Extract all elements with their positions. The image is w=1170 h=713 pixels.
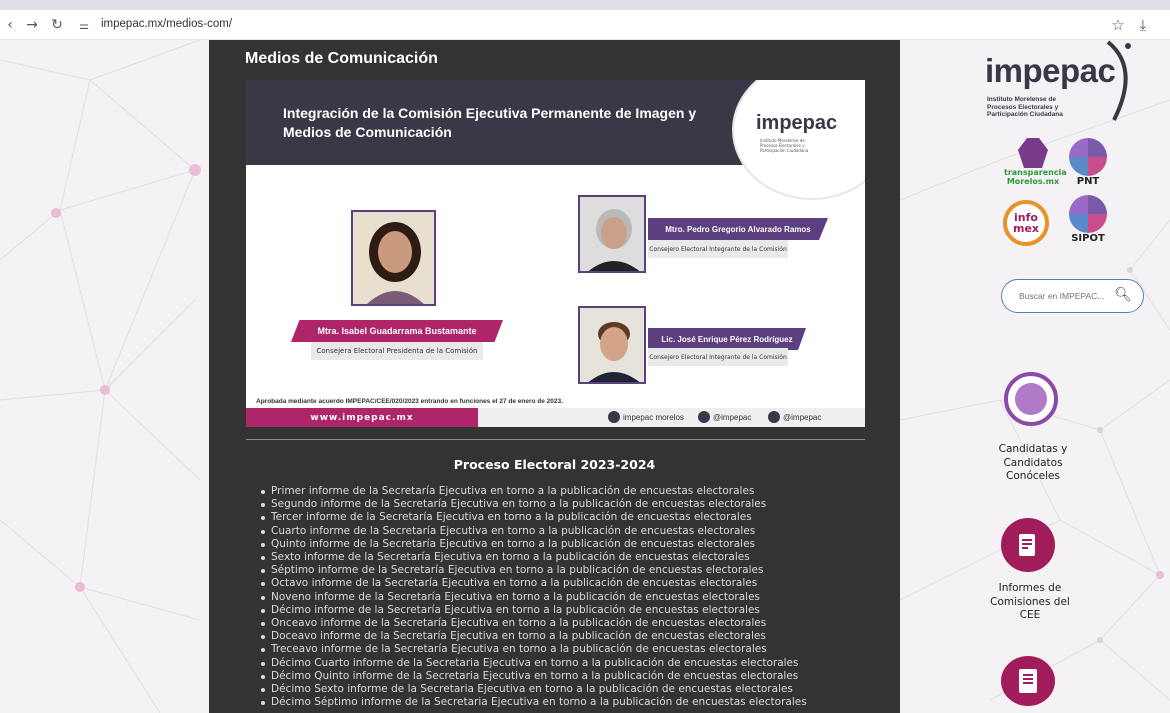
badge-transparencia-label: transparencia Morelos.mx (1004, 168, 1067, 186)
report-link[interactable]: Tercer informe de la Secretaría Ejecutiv… (261, 511, 807, 524)
banner-title: Integración de la Comisión Ejecutiva Per… (283, 105, 697, 140)
report-link[interactable]: Doceavo informe de la Secretaría Ejecuti… (261, 630, 807, 643)
report-edit-icon[interactable] (1001, 518, 1055, 572)
badge-infomex[interactable]: info mex (1003, 200, 1049, 246)
forward-arrow-icon[interactable]: → (22, 10, 42, 40)
badge-infomex-label: info mex (1012, 211, 1040, 235)
member-name-3: Lic. José Enrique Pérez Rodríguez (648, 328, 806, 350)
report-link[interactable]: Sexto informe de la Secretaría Ejecutiva… (261, 551, 807, 564)
report-link[interactable]: Primer informe de la Secretaría Ejecutiv… (261, 485, 807, 498)
link-candidates[interactable]: Candidatas y Candidatos Conóceles (988, 443, 1078, 484)
report-link[interactable]: Décimo Séptimo informe de la Secretaria … (261, 696, 807, 709)
page-title: Medios de Comunicación (245, 50, 438, 67)
member-photo-3 (578, 306, 646, 384)
report-link[interactable]: Cuarto informe de la Secretaría Ejecutiv… (261, 525, 807, 538)
search-icon[interactable]: 🔍︎ (1114, 287, 1132, 303)
link-informes-comisiones[interactable]: Informes de Comisiones del CEE (985, 582, 1075, 623)
member-name-president: Mtra. Isabel Guadarrama Bustamante (291, 320, 503, 342)
banner-logo: impepac (756, 112, 838, 134)
document-icon[interactable] (1001, 656, 1055, 706)
transparencia-icon (1018, 138, 1048, 168)
badge-pnt[interactable]: PNT (1063, 138, 1113, 187)
social-twitter: @impepac (768, 411, 821, 423)
download-icon[interactable]: ⤓ (1133, 10, 1153, 40)
social-youtube-label: impepac morelos (623, 412, 684, 422)
banner-website: www.impepac.mx (246, 408, 478, 427)
report-link[interactable]: Octavo informe de la Secretaría Ejecutiv… (261, 577, 807, 590)
social-facebook: @impepac (698, 411, 751, 423)
impepac-logo[interactable]: impepac (985, 52, 1116, 90)
impepac-logo-subtitle: Instituto Morelense de Procesos Electora… (987, 96, 1063, 118)
member-role-3: Consejero Electoral Integrante de la Com… (648, 348, 788, 366)
badge-sipot[interactable]: SIPOT (1063, 195, 1113, 244)
logo-arc-icon (1106, 40, 1131, 121)
site-settings-icon[interactable]: ⚌ (74, 10, 94, 40)
report-link[interactable]: Treceavo informe de la Secretaría Ejecut… (261, 643, 807, 656)
report-link[interactable]: Séptimo informe de la Secretaría Ejecuti… (261, 564, 807, 577)
search-input[interactable] (1019, 291, 1119, 301)
twitter-icon (768, 411, 780, 423)
report-link[interactable]: Décimo Quinto informe de la Secretaria E… (261, 670, 807, 683)
member-name-2: Mtro. Pedro Gregorio Alvarado Ramos (648, 218, 828, 240)
social-facebook-label: @impepac (713, 412, 752, 422)
report-link[interactable]: Quinto informe de la Secretaría Ejecutiv… (261, 538, 807, 551)
pnt-icon (1069, 138, 1107, 176)
facebook-icon (698, 411, 710, 423)
section-title: Proceso Electoral 2023-2024 (453, 457, 656, 472)
candidates-icon[interactable] (1004, 372, 1058, 426)
youtube-icon (608, 411, 620, 423)
bookmark-star-icon[interactable]: ☆ (1108, 10, 1128, 40)
report-link[interactable]: Décimo Cuarto informe de la Secretaria E… (261, 657, 807, 670)
report-link[interactable]: Onceavo informe de la Secretaría Ejecuti… (261, 617, 807, 630)
browser-toolbar: ‹ → ↻ ⚌ impepac.mx/medios-com/ ☆ ⤓ (0, 10, 1170, 40)
banner-approval-note: Aprobada mediante acuerdo IMPEPAC/CEE/02… (256, 398, 563, 405)
badge-transparencia[interactable]: transparencia Morelos.mx (1004, 138, 1067, 186)
reload-icon[interactable]: ↻ (47, 10, 67, 40)
report-link[interactable]: Décimo informe de la Secretaría Ejecutiv… (261, 604, 807, 617)
social-youtube: impepac morelos (608, 411, 684, 423)
banner-logo-subtitle: Instituto Morelense de Procesos Electora… (760, 138, 809, 153)
sipot-icon (1069, 195, 1107, 233)
badge-pnt-label: PNT (1076, 176, 1100, 187)
social-twitter-label: @impepac (783, 412, 822, 422)
browser-tab-strip (0, 0, 1170, 10)
section-divider (246, 439, 865, 440)
main-content: Medios de Comunicación Integración de la… (209, 40, 900, 713)
member-role-president: Consejera Electoral Presidenta de la Com… (311, 342, 483, 360)
report-link[interactable]: Noveno informe de la Secretaría Ejecutiv… (261, 591, 807, 604)
member-photo-2 (578, 195, 646, 273)
member-role-2: Consejero Electoral Integrante de la Com… (648, 240, 788, 258)
commission-banner: Integración de la Comisión Ejecutiva Per… (246, 80, 865, 427)
report-link[interactable]: Segundo informe de la Secretaría Ejecuti… (261, 498, 807, 511)
badge-sipot-label: SIPOT (1071, 233, 1105, 244)
member-photo-president (351, 210, 436, 306)
reports-list: Primer informe de la Secretaría Ejecutiv… (261, 485, 807, 709)
address-bar[interactable]: impepac.mx/medios-com/ (101, 18, 232, 30)
search-box[interactable]: 🔍︎ (1001, 279, 1144, 313)
back-arrow-icon[interactable]: ‹ (0, 10, 20, 40)
report-link[interactable]: Décimo Sexto informe de la Secretaria Ej… (261, 683, 807, 696)
